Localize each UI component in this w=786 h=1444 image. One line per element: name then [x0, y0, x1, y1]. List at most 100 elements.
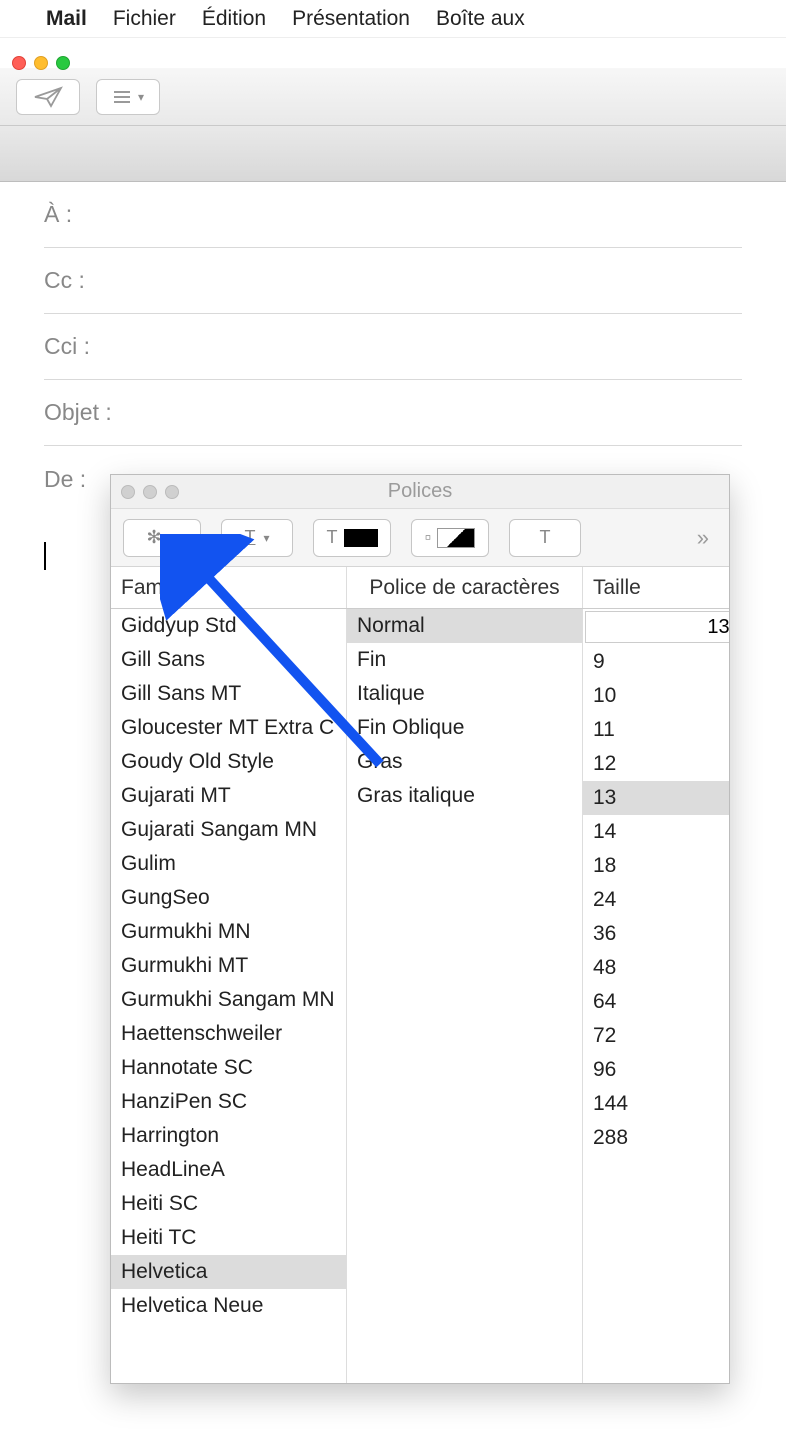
menubar-app[interactable]: Mail [46, 7, 87, 31]
fonts-toolbar: ✻ ▾ T ▾ T ▫ T » [111, 509, 729, 567]
compose-toolbar: ▾ [0, 68, 786, 126]
style-item[interactable]: Italique [347, 677, 582, 711]
overflow-button[interactable]: » [689, 525, 717, 551]
family-item[interactable]: Gujarati Sangam MN [111, 813, 346, 847]
traffic-lights [12, 56, 70, 70]
size-item[interactable]: 72 [583, 1019, 729, 1053]
family-item[interactable]: HeadLineA [111, 1153, 346, 1187]
family-list[interactable]: Giddyup StdGill SansGill Sans MTGloucest… [111, 609, 347, 1383]
size-item[interactable]: 12 [583, 747, 729, 781]
family-item[interactable]: Heiti SC [111, 1187, 346, 1221]
cc-field[interactable]: Cc : [44, 248, 742, 314]
style-item[interactable]: Gras italique [347, 779, 582, 813]
size-item[interactable]: 10 [583, 679, 729, 713]
style-list[interactable]: NormalFinItaliqueFin ObliqueGrasGras ita… [347, 609, 583, 1383]
send-button[interactable] [16, 79, 80, 115]
size-item[interactable]: 9 [583, 645, 729, 679]
family-item[interactable]: Gurmukhi Sangam MN [111, 983, 346, 1017]
headers-dropdown[interactable]: ▾ [96, 79, 160, 115]
chevron-down-icon: ▾ [172, 531, 178, 545]
family-item[interactable]: Helvetica Neue [111, 1289, 346, 1323]
from-label: De : [44, 466, 86, 493]
size-item[interactable]: 24 [583, 883, 729, 917]
gear-icon: ✻ [146, 527, 161, 548]
document-icon: ▫ [425, 527, 431, 548]
list-icon [112, 89, 132, 105]
size-item[interactable]: 14 [583, 815, 729, 849]
compose-titlebar [0, 48, 786, 68]
fonts-action-menu[interactable]: ✻ ▾ [123, 519, 201, 557]
size-column: 9101112131418243648647296144288 [583, 609, 725, 1383]
family-item[interactable]: HanziPen SC [111, 1085, 346, 1119]
family-item[interactable]: Gurmukhi MT [111, 949, 346, 983]
size-item[interactable]: 144 [583, 1087, 729, 1121]
header-style[interactable]: Police de caractères [347, 567, 583, 608]
bcc-field[interactable]: Cci : [44, 314, 742, 380]
close-button[interactable] [12, 56, 26, 70]
underline-dropdown[interactable]: T ▾ [221, 519, 293, 557]
header-family[interactable]: Famille [111, 567, 347, 608]
text-caret [44, 542, 46, 570]
chevron-double-right-icon: » [697, 525, 709, 550]
compose-fields: À : Cc : Cci : Objet : De : [0, 182, 786, 512]
cc-label: Cc : [44, 267, 85, 294]
style-item[interactable]: Fin Oblique [347, 711, 582, 745]
size-item[interactable]: 18 [583, 849, 729, 883]
family-item[interactable]: Hannotate SC [111, 1051, 346, 1085]
family-item[interactable]: Heiti TC [111, 1221, 346, 1255]
size-item[interactable]: 11 [583, 713, 729, 747]
fonts-title: Polices [111, 480, 729, 503]
strike-button[interactable]: T [509, 519, 581, 557]
menu-fichier[interactable]: Fichier [113, 7, 176, 31]
document-color-swatch [437, 528, 475, 548]
size-item[interactable]: 48 [583, 951, 729, 985]
fonts-body: Giddyup StdGill SansGill Sans MTGloucest… [111, 609, 729, 1383]
family-item[interactable]: Gill Sans MT [111, 677, 346, 711]
to-field[interactable]: À : [44, 182, 742, 248]
text-color-icon: T [327, 527, 338, 548]
family-item[interactable]: Goudy Old Style [111, 745, 346, 779]
style-item[interactable]: Gras [347, 745, 582, 779]
fonts-titlebar: Polices [111, 475, 729, 509]
family-item[interactable]: Gujarati MT [111, 779, 346, 813]
menu-edition[interactable]: Édition [202, 7, 266, 31]
size-item[interactable]: 288 [583, 1121, 729, 1155]
size-input[interactable] [585, 611, 729, 643]
family-item[interactable]: Haettenschweiler [111, 1017, 346, 1051]
strike-icon: T [540, 527, 551, 548]
minimize-button[interactable] [34, 56, 48, 70]
style-item[interactable]: Fin [347, 643, 582, 677]
menubar: Mail Fichier Édition Présentation Boîte … [0, 0, 786, 38]
paper-plane-icon [33, 86, 63, 108]
family-item[interactable]: Helvetica [111, 1255, 346, 1289]
compose-toolbar-pad [0, 126, 786, 182]
text-color-swatch [344, 529, 378, 547]
family-item[interactable]: GungSeo [111, 881, 346, 915]
family-item[interactable]: Gill Sans [111, 643, 346, 677]
chevron-down-icon: ▾ [263, 531, 269, 545]
text-color-button[interactable]: T [313, 519, 391, 557]
header-size[interactable]: Taille [583, 567, 725, 608]
size-item[interactable]: 64 [583, 985, 729, 1019]
underline-icon: T [244, 527, 255, 548]
subject-field[interactable]: Objet : [44, 380, 742, 446]
document-color-button[interactable]: ▫ [411, 519, 489, 557]
family-item[interactable]: Gurmukhi MN [111, 915, 346, 949]
zoom-button[interactable] [56, 56, 70, 70]
to-label: À : [44, 201, 72, 228]
size-item[interactable]: 96 [583, 1053, 729, 1087]
family-item[interactable]: Giddyup Std [111, 609, 346, 643]
menu-presentation[interactable]: Présentation [292, 7, 410, 31]
family-item[interactable]: Harrington [111, 1119, 346, 1153]
fonts-headers: Famille Police de caractères Taille [111, 567, 729, 609]
style-item[interactable]: Normal [347, 609, 582, 643]
fonts-panel: Polices ✻ ▾ T ▾ T ▫ T » Famille Police d… [110, 474, 730, 1384]
size-list[interactable]: 9101112131418243648647296144288 [583, 645, 729, 1383]
menu-boite[interactable]: Boîte aux [436, 7, 525, 31]
size-item[interactable]: 13 [583, 781, 729, 815]
chevron-down-icon: ▾ [138, 90, 144, 104]
size-item[interactable]: 36 [583, 917, 729, 951]
family-item[interactable]: Gulim [111, 847, 346, 881]
family-item[interactable]: Gloucester MT Extra C [111, 711, 346, 745]
subject-label: Objet : [44, 399, 112, 426]
